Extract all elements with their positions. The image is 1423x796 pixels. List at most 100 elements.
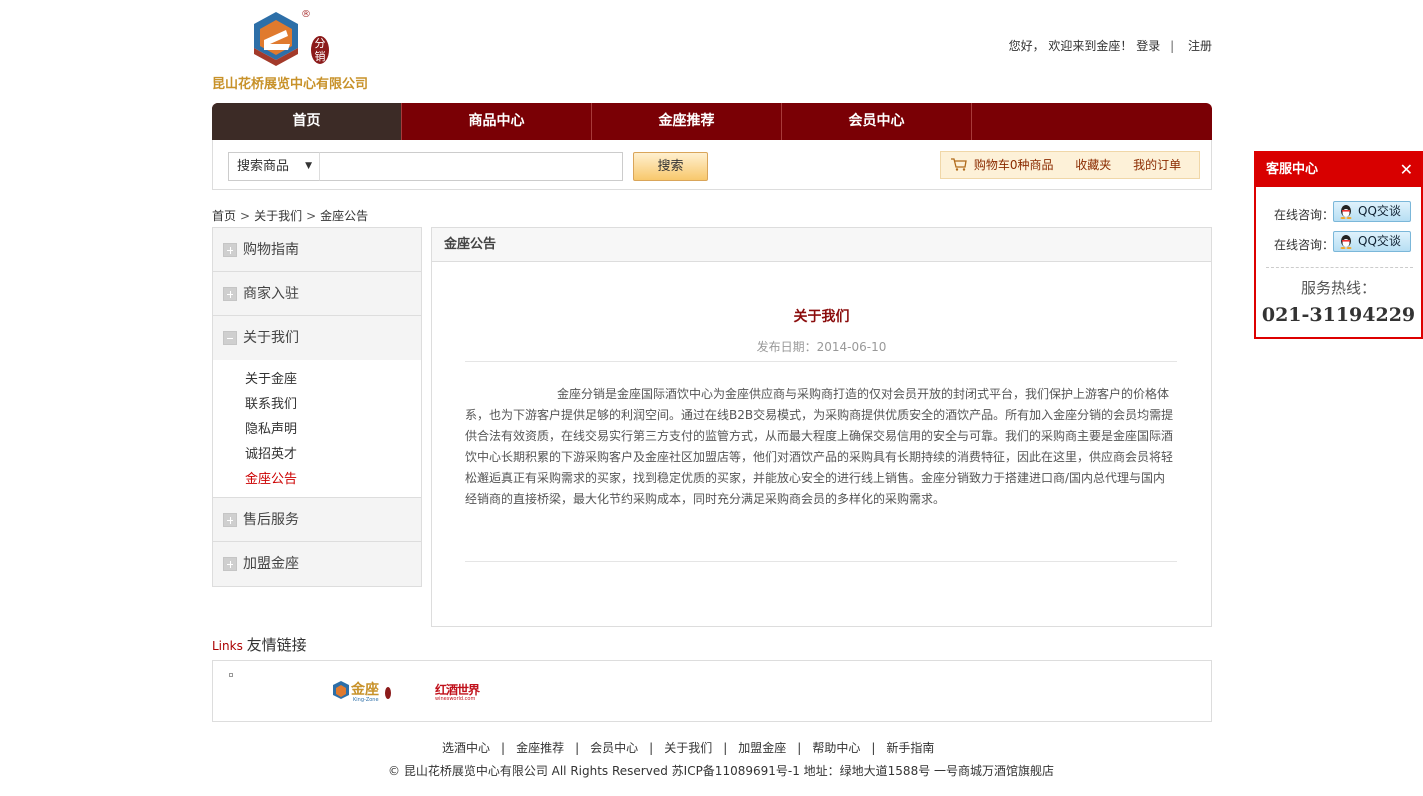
service-header: 客服中心 ✕ [1256,153,1421,187]
sidebar-item-join[interactable]: 加盟金座 [213,542,421,586]
footer-link[interactable]: 加盟金座 [738,741,786,755]
sub-item-about-jinzuo[interactable]: 关于金座 [245,367,421,392]
breadcrumb-home[interactable]: 首页 [212,209,236,223]
nav-item-recommend[interactable]: 金座推荐 [592,103,782,140]
greeting-text: 您好， 欢迎来到金座！ [1008,39,1133,53]
chevron-down-icon: ▼ [305,161,312,171]
article-body: 金座分销是金座国际酒饮中心为金座供应商与采购商打造的仅对会员开放的封闭式平台，我… [465,387,1174,506]
cart-box: 购物车0种商品 收藏夹 我的订单 [940,151,1200,179]
copyright: © 昆山花桥展览中心有限公司 All Rights Reserved 苏ICP备… [388,764,1055,778]
nav-item-home[interactable]: 首页 [212,103,402,140]
links-title-en: Links [212,639,243,653]
expand-icon [223,557,237,571]
registered-mark: ® [301,9,311,20]
breadcrumb-separator: > [306,209,317,223]
favorites-link[interactable]: 收藏夹 [1075,158,1111,172]
login-link[interactable]: 登录 [1136,39,1160,53]
sub-item-careers[interactable]: 诚招英才 [245,442,421,467]
footer-link[interactable]: 关于我们 [664,741,712,755]
sidebar-item-after-sales[interactable]: 售后服务 [213,498,421,542]
nav-item-products[interactable]: 商品中心 [402,103,592,140]
sidebar-item-label: 购物指南 [243,241,299,258]
hotline-number: 021-31194229 [1261,304,1416,326]
sidebar-item-shopping-guide[interactable]: 购物指南 [213,228,421,272]
links-heading: Links 友情链接 [212,634,307,655]
company-name: 昆山花桥展览中心有限公司 [212,77,369,92]
customer-service-panel: 客服中心 ✕ 在线咨询： QQ交谈 在线咨询： QQ交谈 服务热线： 021-3… [1254,151,1423,339]
qq-penguin-icon [1340,235,1352,249]
search-input[interactable] [319,152,623,181]
divider [465,361,1177,362]
divider [1266,267,1413,268]
panel-title: 金座公告 [432,228,1211,262]
collapse-icon [223,331,237,345]
logo-badge: 分销 [314,37,326,63]
expand-icon [223,286,237,301]
sidebar-item-label: 加盟金座 [243,556,299,572]
nav-item-member[interactable]: 会员中心 [782,103,972,140]
separator: | [575,741,580,755]
friend-links: 金座 King-Zone 红酒世界 winesworld.com [212,660,1212,722]
service-title: 客服中心 [1266,162,1319,177]
separator: | [797,741,802,755]
sidebar-item-label: 商家入驻 [243,285,299,302]
search-bar: 搜索商品 ▼ 搜索 购物车0种商品 收藏夹 我的订单 [212,140,1212,190]
sidebar-item-label: 关于我们 [243,330,299,346]
cart-icon [951,158,967,171]
sidebar-item-merchant[interactable]: 商家入驻 [213,272,421,316]
friend-link-jinzuo[interactable]: 金座 King-Zone [331,679,393,708]
divider [465,561,1177,562]
sub-item-privacy[interactable]: 隐私声明 [245,417,421,442]
search-button[interactable]: 搜索 [633,152,708,181]
cart-link[interactable]: 购物车0种商品 [974,158,1054,172]
separator: | [871,741,876,755]
jinzuo-logo-sub: King-Zone [353,697,379,703]
qq-chat-button[interactable]: QQ交谈 [1333,201,1411,222]
breadcrumb-current: 金座公告 [320,209,369,223]
jinzuo-logo-text: 金座 [351,682,379,698]
main-nav: 首页 商品中心 金座推荐 会员中心 [212,103,1212,140]
links-title-cn: 友情链接 [246,636,307,654]
expand-icon [223,512,237,527]
orders-link[interactable]: 我的订单 [1133,158,1181,172]
register-link[interactable]: 注册 [1188,39,1212,53]
sub-item-announcement[interactable]: 金座公告 [245,467,421,492]
footer-link[interactable]: 帮助中心 [812,741,860,755]
qq-chat-button[interactable]: QQ交谈 [1333,231,1411,252]
top-user-links: 您好， 欢迎来到金座！ 登录 | 注册 [1009,37,1212,54]
search-type-value: 搜索商品 [237,159,290,174]
site-logo[interactable]: ® 分销 昆山花桥展览中心有限公司 [212,9,382,92]
footer-link[interactable]: 会员中心 [590,741,638,755]
close-icon[interactable]: ✕ [1400,153,1413,187]
article-date: 发布日期：2014-06-10 [756,340,887,354]
article-panel: 金座公告 关于我们 发布日期：2014-06-10 金座分销是金座国际酒饮中心为… [431,227,1212,627]
qq-chat-label: QQ交谈 [1358,234,1401,248]
qq-penguin-icon [1340,205,1352,219]
breadcrumb-separator: > [240,209,251,223]
consult-label: 在线咨询： [1274,208,1335,222]
friend-link-wine-world[interactable]: 红酒世界 winesworld.com [435,681,480,702]
sidebar-item-label: 售后服务 [243,511,299,528]
search-type-select[interactable]: 搜索商品 ▼ [228,152,320,181]
footer-nav: 选酒中心 | 金座推荐 | 会员中心 | 关于我们 | 加盟金座 | 帮助中心 | 新手指南 [0,739,1423,756]
separator: | [1170,39,1175,53]
footer-link[interactable]: 金座推荐 [516,741,564,755]
breadcrumb-about[interactable]: 关于我们 [254,209,302,223]
sidebar-item-about[interactable]: 关于我们 [213,316,421,360]
wine-world-logo-sub: winesworld.com [435,696,476,702]
consult-label: 在线咨询： [1274,238,1335,252]
article-title: 关于我们 [793,309,850,325]
separator: | [649,741,654,755]
separator: | [501,741,506,755]
hotline-label: 服务热线： [1300,279,1376,297]
footer-link[interactable]: 新手指南 [886,741,934,755]
footer-link[interactable]: 选酒中心 [442,741,490,755]
qq-chat-label: QQ交谈 [1358,204,1401,218]
sidebar: 购物指南 商家入驻 关于我们 关于金座 联系我们 隐私声明 诚招英才 金座公告 … [212,227,422,587]
expand-icon [223,242,237,257]
bullet-icon [229,673,233,677]
breadcrumb: 首页 > 关于我们 > 金座公告 [212,207,1212,224]
sub-item-contact[interactable]: 联系我们 [245,392,421,417]
sidebar-submenu: 关于金座 联系我们 隐私声明 诚招英才 金座公告 [213,360,421,498]
separator: | [723,741,728,755]
